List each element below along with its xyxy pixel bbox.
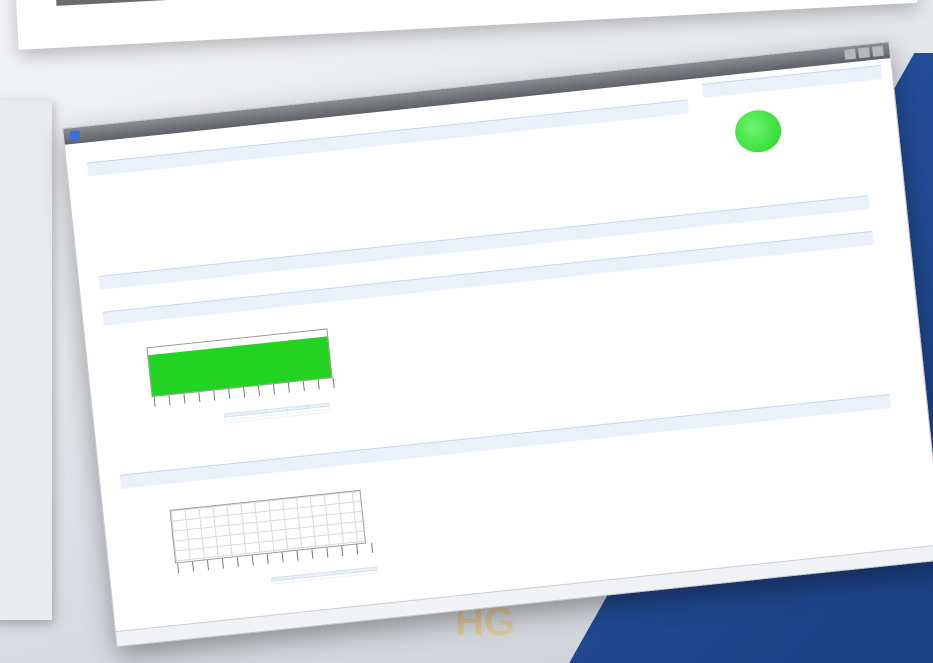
table-cell <box>308 409 330 415</box>
status-indicator <box>733 107 784 155</box>
x-tick <box>213 389 224 401</box>
background-left-card <box>0 100 52 620</box>
table-cell <box>313 574 335 580</box>
table-cell <box>334 572 356 578</box>
x-tick <box>192 560 203 572</box>
x-tick <box>341 545 352 557</box>
status-panel <box>701 65 894 203</box>
x-tick <box>243 386 254 398</box>
chart1-stats-table <box>224 403 330 424</box>
x-tick <box>198 391 209 403</box>
x-tick <box>228 388 239 400</box>
table-cell <box>245 415 268 421</box>
x-tick <box>272 383 283 395</box>
close-button[interactable] <box>871 45 884 57</box>
x-tick <box>311 548 322 560</box>
app-window <box>62 41 933 648</box>
x-tick <box>281 551 292 563</box>
x-tick <box>326 546 337 558</box>
x-tick <box>296 549 307 561</box>
x-tick <box>317 378 328 390</box>
stage: HG <box>0 0 933 663</box>
x-tick <box>287 381 298 393</box>
window-controls <box>844 45 884 60</box>
x-tick <box>266 553 277 564</box>
x-tick <box>168 394 179 406</box>
table-cell <box>355 570 377 576</box>
background-card-bar <box>55 0 616 6</box>
x-tick <box>221 557 232 569</box>
x-tick <box>251 554 262 566</box>
x-tick <box>153 395 164 407</box>
x-tick <box>258 384 269 396</box>
chart2-section-header <box>119 393 891 489</box>
x-tick <box>302 380 313 392</box>
x-tick <box>371 542 382 553</box>
minimize-button[interactable] <box>844 48 857 60</box>
table-cell <box>287 411 309 417</box>
x-tick <box>206 559 217 571</box>
x-tick <box>356 543 367 555</box>
table-cell <box>292 576 315 582</box>
x-tick <box>183 392 194 404</box>
x-tick <box>332 377 343 389</box>
x-tick <box>177 562 188 574</box>
chart2-stats-table <box>271 567 377 585</box>
table-cell <box>266 413 288 419</box>
app-icon <box>69 130 81 142</box>
table-cell <box>224 417 247 424</box>
x-tick <box>236 556 247 568</box>
maximize-button[interactable] <box>858 47 871 59</box>
table-cell <box>272 578 294 585</box>
